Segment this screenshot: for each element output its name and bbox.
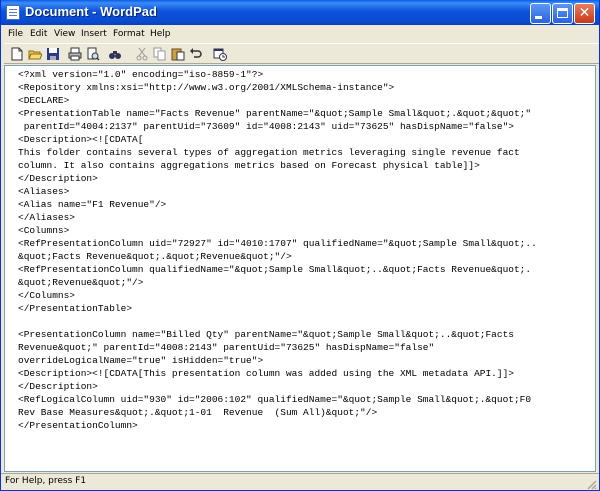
document-line: column. It also contains aggregations me… bbox=[18, 160, 480, 171]
document-line: </Aliases> bbox=[18, 212, 76, 223]
document-line: <Columns> bbox=[18, 225, 70, 236]
undo-button[interactable] bbox=[188, 46, 204, 62]
window-title: Document - WordPad bbox=[25, 4, 157, 19]
maximize-button[interactable] bbox=[552, 3, 573, 24]
document-line: &quot;Facts Revenue&quot;.&quot;Revenue&… bbox=[18, 251, 292, 262]
document-line: <RefLogicalColumn uid="930" id="2006:102… bbox=[18, 394, 532, 405]
undo-icon bbox=[190, 48, 202, 58]
copy-icon bbox=[153, 47, 166, 61]
document-line: <DECLARE> bbox=[18, 95, 70, 106]
document-line: <RefPresentationColumn qualifiedName="&q… bbox=[18, 264, 532, 275]
close-icon: ✕ bbox=[578, 5, 591, 21]
open-icon bbox=[28, 50, 42, 60]
save-icon bbox=[47, 48, 59, 60]
document-line: overrideLogicalName="true" isHidden="tru… bbox=[18, 355, 264, 366]
menu-bar: File Edit View Insert Format Help bbox=[4, 25, 599, 43]
menu-file[interactable]: File bbox=[8, 26, 23, 42]
document-line: Rev Base Measures&quot;.&quot;1-01 Reven… bbox=[18, 407, 378, 418]
document-line: <Description><![CDATA[ bbox=[18, 134, 144, 145]
document-line: </Columns> bbox=[18, 290, 76, 301]
print-button[interactable] bbox=[67, 46, 83, 62]
document-line: <Aliases> bbox=[18, 186, 70, 197]
insert-date-time-icon bbox=[213, 48, 227, 61]
wordpad-window: Document - WordPad ✕ File Edit View Inse… bbox=[0, 0, 600, 491]
menu-insert[interactable]: Insert bbox=[81, 26, 107, 42]
document-line: <RefPresentationColumn uid="72927" id="4… bbox=[18, 238, 537, 249]
toolbar bbox=[4, 43, 599, 64]
find-button[interactable] bbox=[107, 46, 123, 62]
print-preview-icon bbox=[87, 47, 100, 61]
close-button[interactable]: ✕ bbox=[574, 3, 595, 24]
print-preview-button[interactable] bbox=[85, 46, 101, 62]
minimize-button[interactable] bbox=[530, 3, 551, 24]
document-line: Revenue&quot;" parentId="4008:2143" pare… bbox=[18, 342, 435, 353]
document-line: </PresentationTable> bbox=[18, 303, 133, 314]
copy-button[interactable] bbox=[152, 46, 168, 62]
print-icon bbox=[68, 47, 82, 61]
new-icon bbox=[11, 47, 23, 61]
wordpad-app-icon[interactable] bbox=[6, 5, 20, 20]
document-editor[interactable]: <?xml version="1.0" encoding="iso-8859-1… bbox=[4, 65, 596, 472]
menu-view[interactable]: View bbox=[54, 26, 75, 42]
title-bar[interactable]: Document - WordPad ✕ bbox=[1, 0, 599, 25]
document-line: This folder contains several types of ag… bbox=[18, 147, 520, 158]
save-button[interactable] bbox=[45, 46, 61, 62]
document-line: <PresentationTable name="Facts Revenue" … bbox=[18, 108, 532, 119]
paste-icon bbox=[171, 48, 185, 61]
document-line: <Repository xmlns:xsi="http://www.w3.org… bbox=[18, 82, 395, 93]
document-line: parentId="4004:2137" parentUid="73609" i… bbox=[18, 121, 514, 132]
maximize-icon bbox=[557, 8, 568, 18]
menu-format[interactable]: Format bbox=[113, 26, 145, 42]
insert-date-time-button[interactable] bbox=[212, 46, 228, 62]
cut-icon bbox=[136, 47, 148, 61]
menu-help[interactable]: Help bbox=[150, 26, 171, 42]
document-line: <Description><![CDATA[This presentation … bbox=[18, 368, 514, 379]
new-button[interactable] bbox=[9, 46, 25, 62]
document-line: </Description> bbox=[18, 173, 98, 184]
document-line: <?xml version="1.0" encoding="iso-8859-1… bbox=[18, 69, 264, 80]
document-line: <Alias name="F1 Revenue"/> bbox=[18, 199, 167, 210]
document-line: <PresentationColumn name="Billed Qty" pa… bbox=[18, 329, 514, 340]
document-line: </Description> bbox=[18, 381, 98, 392]
menu-edit[interactable]: Edit bbox=[30, 26, 47, 42]
minimize-icon bbox=[535, 16, 542, 19]
find-icon bbox=[109, 51, 121, 59]
document-line: &quot;Revenue&quot;"/> bbox=[18, 277, 144, 288]
paste-button[interactable] bbox=[170, 46, 186, 62]
cut-button[interactable] bbox=[134, 46, 150, 62]
open-button[interactable] bbox=[27, 46, 43, 62]
status-text: For Help, press F1 bbox=[5, 476, 87, 486]
document-line: </PresentationColumn> bbox=[18, 420, 138, 431]
resize-grip-icon[interactable] bbox=[585, 478, 597, 490]
status-bar: For Help, press F1 bbox=[1, 473, 599, 490]
